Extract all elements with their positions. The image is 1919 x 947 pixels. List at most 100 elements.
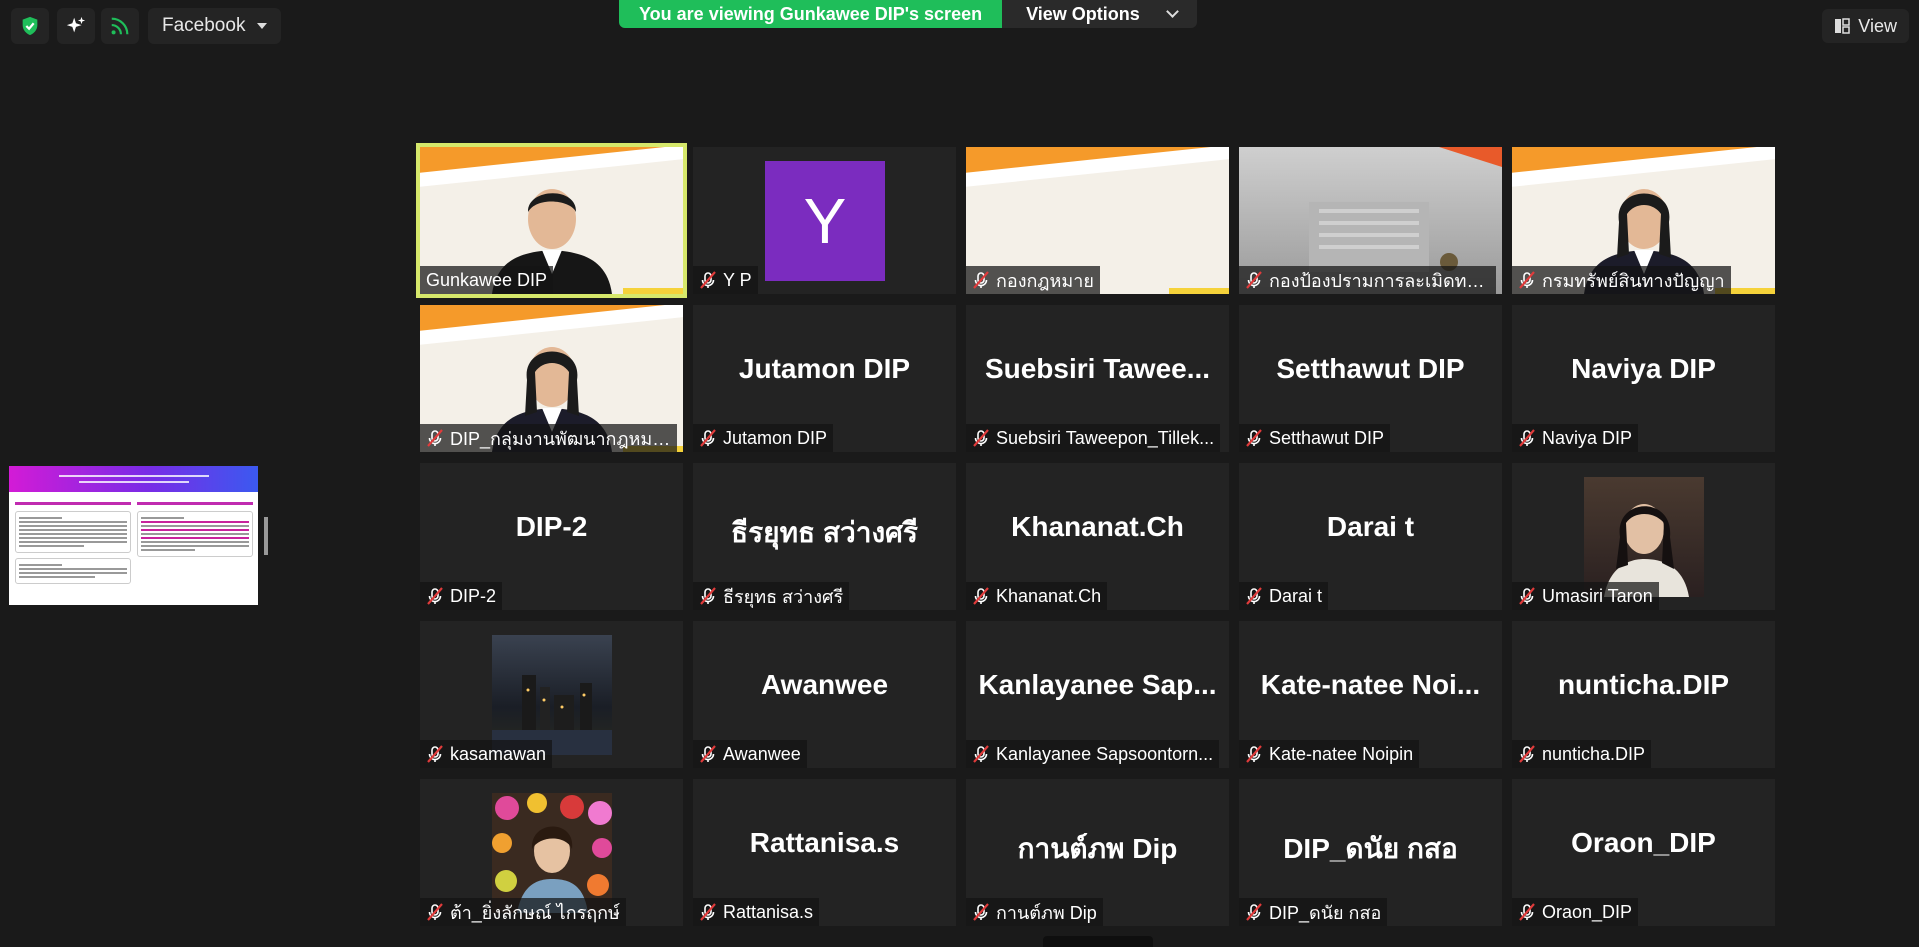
participant-name: ต้า_ยิ่งลักษณ์ ไกรฤกษ์ (450, 898, 620, 927)
shield-check-icon (19, 15, 41, 37)
panel-resize-handle[interactable] (264, 517, 268, 555)
participant-name: Kanlayanee Sapsoontorn... (996, 744, 1213, 765)
bottom-toolbar-handle[interactable] (1043, 936, 1153, 947)
mic-muted-icon (426, 903, 444, 921)
participant-tile[interactable]: Darai t Darai t (1239, 463, 1502, 610)
avatar-letter-text: Y (804, 184, 847, 258)
mic-muted-icon (1245, 903, 1263, 921)
participant-name-label: กองกฎหมาย (966, 266, 1100, 294)
participant-name: Oraon_DIP (1542, 902, 1632, 923)
participant-name: Naviya DIP (1542, 428, 1632, 449)
view-button[interactable]: View (1822, 9, 1909, 43)
participant-name-display: DIP_ดนัย กสอ (1239, 827, 1502, 871)
participant-name-label: Gunkawee DIP (420, 266, 553, 294)
participant-name-label: Khananat.Ch (966, 582, 1107, 610)
mic-muted-icon (1518, 745, 1536, 763)
participant-name-label: DIP-2 (420, 582, 502, 610)
participant-name: Khananat.Ch (996, 586, 1101, 607)
participant-tile[interactable]: Suebsiri Tawee... Suebsiri Taweepon_Till… (966, 305, 1229, 452)
participant-name: Setthawut DIP (1269, 428, 1384, 449)
participant-tile[interactable]: กานต์ภพ Dip กานต์ภพ Dip (966, 779, 1229, 926)
participant-tile[interactable]: Awanwee Awanwee (693, 621, 956, 768)
participant-tile[interactable]: กองป้องปรามการละเมิดทรัพย์... (1239, 147, 1502, 294)
participant-name-label: Kanlayanee Sapsoontorn... (966, 740, 1219, 768)
ai-companion-button[interactable] (57, 8, 95, 44)
participant-name-label: Suebsiri Taweepon_Tillek... (966, 424, 1220, 452)
participant-tile[interactable]: Naviya DIP Naviya DIP (1512, 305, 1775, 452)
participant-name: กรมทรัพย์สินทางปัญญา (1542, 266, 1725, 295)
mic-muted-icon (699, 429, 717, 447)
participant-tile[interactable]: DIP-2 DIP-2 (420, 463, 683, 610)
participant-tile[interactable]: กองกฎหมาย (966, 147, 1229, 294)
stream-target-dropdown[interactable]: Facebook (148, 8, 281, 44)
participant-tile[interactable]: Jutamon DIP Jutamon DIP (693, 305, 956, 452)
mic-muted-icon (1245, 745, 1263, 763)
participant-name: Darai t (1269, 586, 1322, 607)
mic-muted-icon (699, 271, 717, 289)
participant-name: nunticha.DIP (1542, 744, 1645, 765)
participant-tile[interactable]: DIP_ดนัย กสอ DIP_ดนัย กสอ (1239, 779, 1502, 926)
participant-name-label: กรมทรัพย์สินทางปัญญา (1512, 266, 1731, 294)
participant-tile[interactable]: ต้า_ยิ่งลักษณ์ ไกรฤกษ์ (420, 779, 683, 926)
participant-tile[interactable]: Umasiri Taron (1512, 463, 1775, 610)
participant-name-label: ต้า_ยิ่งลักษณ์ ไกรฤกษ์ (420, 898, 626, 926)
participant-name: DIP-2 (450, 586, 496, 607)
participant-name-display: กานต์ภพ Dip (966, 827, 1229, 871)
caret-down-icon (257, 23, 267, 29)
live-stream-button[interactable] (101, 8, 139, 44)
live-stream-icon (109, 15, 131, 37)
participant-name: Suebsiri Taweepon_Tillek... (996, 428, 1214, 449)
participant-name: Umasiri Taron (1542, 586, 1653, 607)
participant-tile[interactable]: ธีรยุทธ สว่างศรี ธีรยุทธ สว่างศรี (693, 463, 956, 610)
security-button[interactable] (11, 8, 49, 44)
participant-tile[interactable]: kasamawan (420, 621, 683, 768)
participant-name-display: Naviya DIP (1512, 353, 1775, 385)
profile-photo (1584, 477, 1704, 597)
avatar-letter: Y (765, 161, 885, 281)
participant-tile[interactable]: Kate-natee Noi... Kate-natee Noipin (1239, 621, 1502, 768)
participant-tile[interactable]: Khananat.Ch Khananat.Ch (966, 463, 1229, 610)
participant-name-display: Jutamon DIP (693, 353, 956, 385)
participant-tile[interactable]: DIP_กลุ่มงานพัฒนากฎหมาย (420, 305, 683, 452)
mic-muted-icon (1518, 271, 1536, 289)
participant-name-display: Setthawut DIP (1239, 353, 1502, 385)
participant-name-display: Kate-natee Noi... (1239, 669, 1502, 701)
layout-icon (1834, 18, 1850, 34)
participant-name-display: Khananat.Ch (966, 511, 1229, 543)
mic-muted-icon (1518, 903, 1536, 921)
mic-muted-icon (972, 903, 990, 921)
participant-tile[interactable]: Oraon_DIP Oraon_DIP (1512, 779, 1775, 926)
mic-muted-icon (972, 745, 990, 763)
sparkle-icon (65, 15, 87, 37)
view-options-button[interactable]: View Options (1002, 0, 1197, 28)
participant-name: Jutamon DIP (723, 428, 827, 449)
participant-tile[interactable]: Rattanisa.s Rattanisa.s (693, 779, 956, 926)
participant-tile[interactable]: Gunkawee DIP (420, 147, 683, 294)
participant-name-display: Suebsiri Tawee... (966, 353, 1229, 385)
participant-name-label: Awanwee (693, 740, 807, 768)
participant-name-label: Jutamon DIP (693, 424, 833, 452)
participant-tile[interactable]: Y Y P (693, 147, 956, 294)
mic-muted-icon (1245, 271, 1263, 289)
participant-name-label: Kate-natee Noipin (1239, 740, 1419, 768)
participant-name-label: kasamawan (420, 740, 552, 768)
participant-name-label: Oraon_DIP (1512, 898, 1638, 926)
participant-name: Rattanisa.s (723, 902, 813, 923)
participant-name-label: กานต์ภพ Dip (966, 898, 1103, 926)
participant-name-display: Kanlayanee Sap... (966, 669, 1229, 701)
participant-name: กองป้องปรามการละเมิดทรัพย์... (1269, 266, 1490, 295)
participant-name: กองกฎหมาย (996, 266, 1094, 295)
participant-tile[interactable]: Kanlayanee Sap... Kanlayanee Sapsoontorn… (966, 621, 1229, 768)
shared-slide-left-column (15, 498, 131, 589)
participant-name-label: Y P (693, 266, 758, 294)
participant-tile[interactable]: Setthawut DIP Setthawut DIP (1239, 305, 1502, 452)
mic-muted-icon (426, 745, 444, 763)
participant-name-label: กองป้องปรามการละเมิดทรัพย์... (1239, 266, 1496, 294)
mic-muted-icon (426, 429, 444, 447)
participant-tile[interactable]: กรมทรัพย์สินทางปัญญา (1512, 147, 1775, 294)
participant-name-display: DIP-2 (420, 511, 683, 543)
shared-screen-thumbnail[interactable] (9, 466, 258, 605)
participant-tile[interactable]: nunticha.DIP nunticha.DIP (1512, 621, 1775, 768)
shared-slide-header (9, 466, 258, 492)
mic-muted-icon (699, 745, 717, 763)
